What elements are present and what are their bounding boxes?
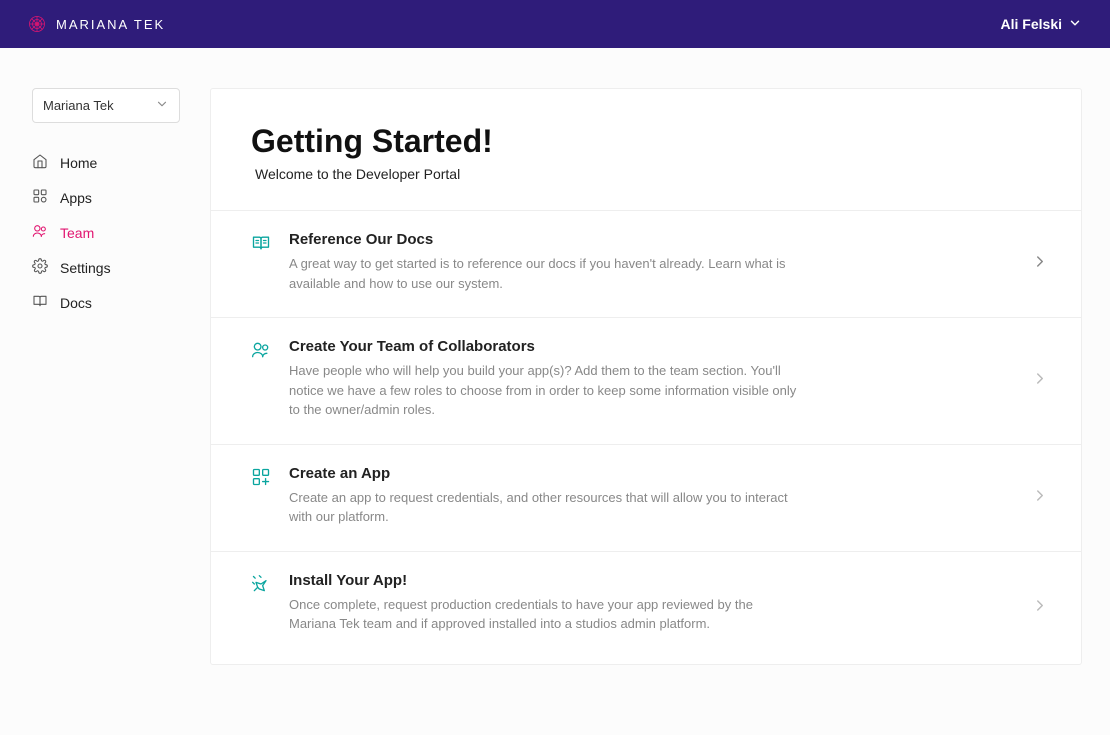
page-title: Getting Started! [251,123,1041,160]
card-desc: Create an app to request credentials, an… [289,488,799,527]
chevron-down-icon [1068,16,1082,33]
page-subtitle: Welcome to the Developer Portal [251,166,1041,182]
main-content: Getting Started! Welcome to the Develope… [210,88,1082,665]
card-desc: Have people who will help you build your… [289,361,799,420]
sidebar-item-apps[interactable]: Apps [32,180,180,215]
card-create-team[interactable]: Create Your Team of Collaborators Have p… [211,318,1081,445]
sidebar-item-docs[interactable]: Docs [32,285,180,320]
org-selected-label: Mariana Tek [43,98,114,113]
card-body: Reference Our Docs A great way to get st… [289,231,799,293]
app-card-icon [251,467,271,492]
chevron-right-icon [1031,253,1049,276]
card-desc: Once complete, request production creden… [289,595,799,634]
home-icon [32,153,48,172]
team-icon [32,223,48,242]
team-card-icon [251,340,271,365]
sidebar-nav: Home Apps Team Settings [32,145,180,320]
card-title: Reference Our Docs [289,231,799,248]
card-body: Create an App Create an app to request c… [289,465,799,527]
sidebar: Mariana Tek Home Apps [32,88,180,665]
card-install-app[interactable]: Install Your App! Once complete, request… [211,552,1081,664]
card-reference-docs[interactable]: Reference Our Docs A great way to get st… [211,211,1081,318]
card-desc: A great way to get started is to referen… [289,254,799,293]
brand: MARIANA TEK [28,15,165,33]
sidebar-item-team[interactable]: Team [32,215,180,250]
brand-logo-icon [28,15,46,33]
card-create-app[interactable]: Create an App Create an app to request c… [211,445,1081,552]
card-title: Create an App [289,465,799,482]
user-name: Ali Felski [1001,16,1062,32]
brand-name: MARIANA TEK [56,17,165,32]
main-header: Getting Started! Welcome to the Develope… [211,89,1081,210]
card-body: Create Your Team of Collaborators Have p… [289,338,799,420]
apps-icon [32,188,48,207]
gear-icon [32,258,48,277]
sidebar-item-label: Settings [60,260,111,276]
user-menu[interactable]: Ali Felski [1001,16,1082,33]
sidebar-item-label: Team [60,225,94,241]
app-header: MARIANA TEK Ali Felski [0,0,1110,48]
onboarding-card-list: Reference Our Docs A great way to get st… [211,210,1081,664]
chevron-right-icon [1031,596,1049,619]
sidebar-item-settings[interactable]: Settings [32,250,180,285]
chevron-down-icon [155,97,169,114]
sidebar-item-label: Home [60,155,97,171]
chevron-right-icon [1031,486,1049,509]
sidebar-item-label: Docs [60,295,92,311]
chevron-right-icon [1031,369,1049,392]
card-title: Create Your Team of Collaborators [289,338,799,355]
install-card-icon [251,574,271,599]
sidebar-item-label: Apps [60,190,92,206]
layout: Mariana Tek Home Apps [0,48,1110,665]
docs-card-icon [251,233,271,258]
card-body: Install Your App! Once complete, request… [289,572,799,634]
card-title: Install Your App! [289,572,799,589]
book-icon [32,293,48,312]
org-select[interactable]: Mariana Tek [32,88,180,123]
sidebar-item-home[interactable]: Home [32,145,180,180]
